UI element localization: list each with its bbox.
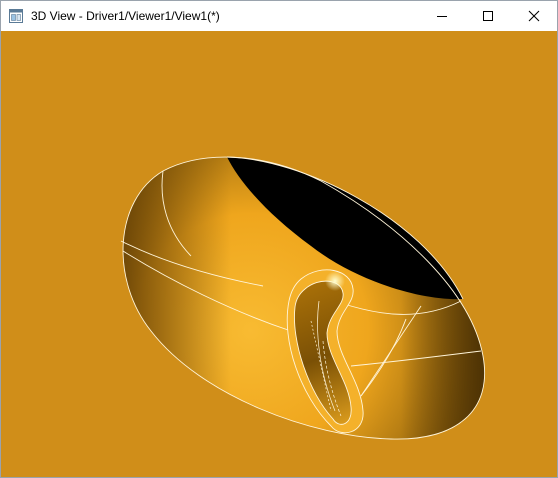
viewport-canvas[interactable] (1, 31, 557, 477)
minimize-button[interactable] (419, 1, 465, 31)
maximize-button[interactable] (465, 1, 511, 31)
specular-highlight (325, 271, 345, 291)
close-icon (528, 10, 540, 22)
maximize-icon (483, 11, 493, 21)
title-bar[interactable]: 3D View - Driver1/Viewer1/View1(*) (1, 1, 557, 31)
window-title: 3D View - Driver1/Viewer1/View1(*) (31, 9, 220, 23)
close-button[interactable] (511, 1, 557, 31)
3d-viewport[interactable] (1, 31, 557, 477)
viewer-window: 3D View - Driver1/Viewer1/View1(*) (0, 0, 558, 478)
minimize-icon (437, 16, 447, 17)
app-window-icon (9, 9, 23, 23)
